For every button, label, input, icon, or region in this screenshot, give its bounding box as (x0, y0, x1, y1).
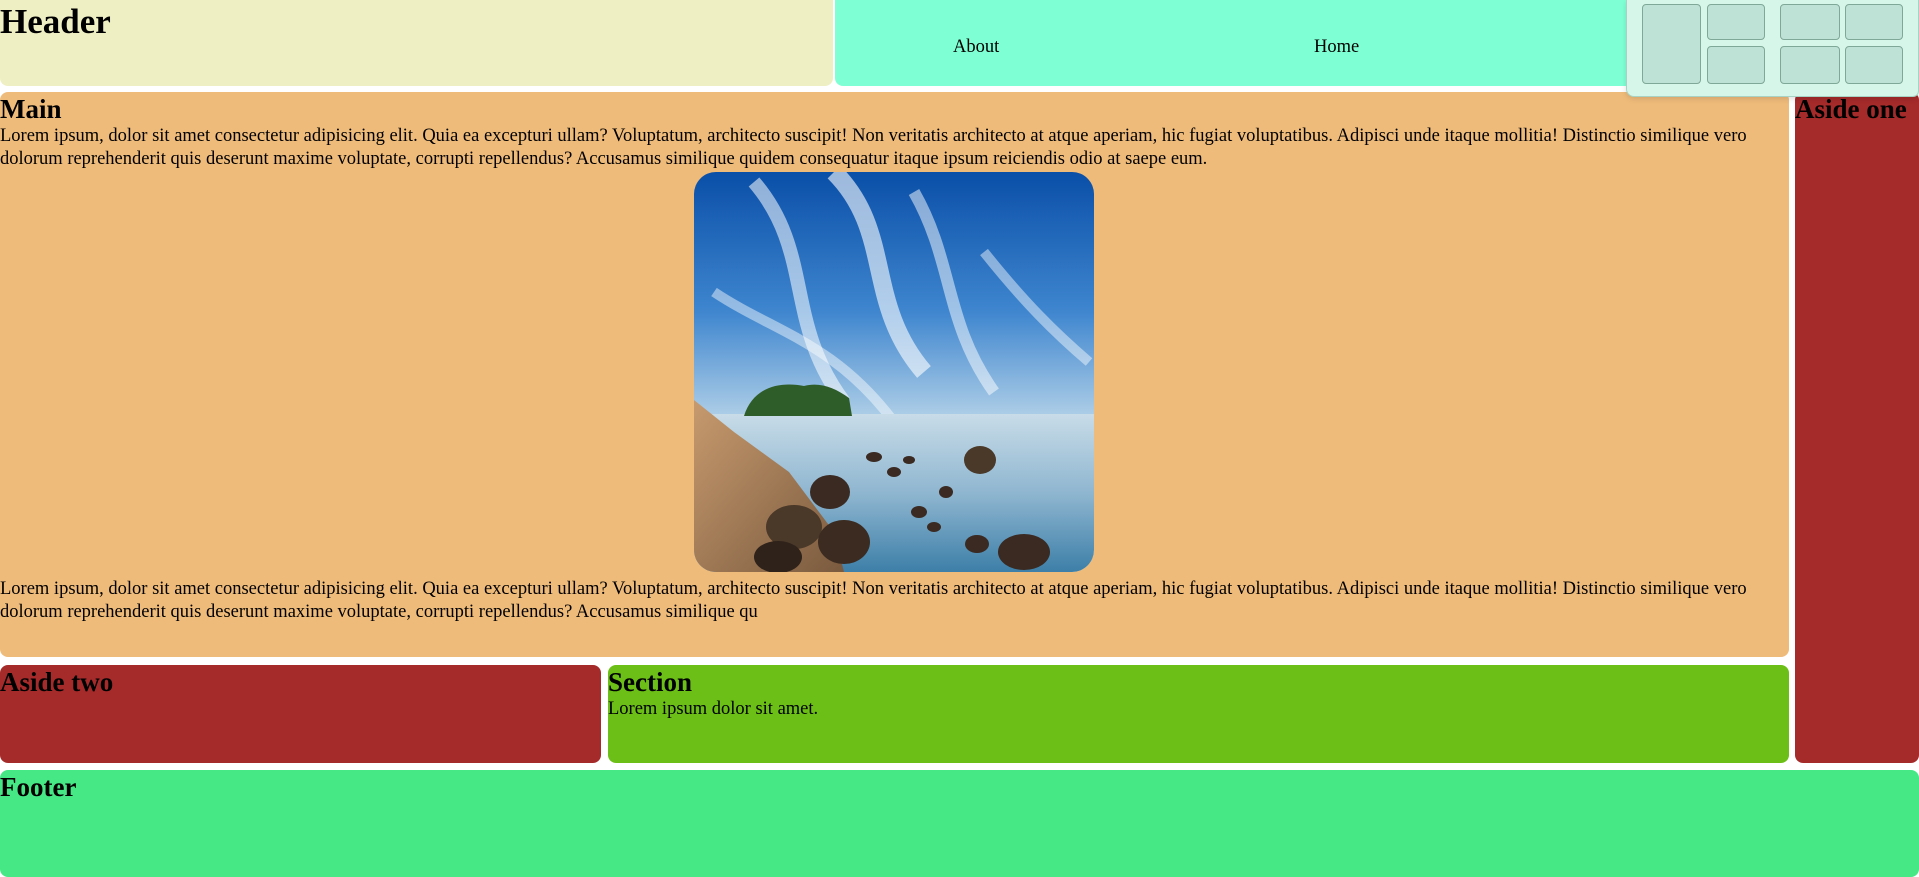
main-title: Main (0, 94, 62, 124)
header-title: Header (0, 2, 111, 41)
footer-title: Footer (0, 772, 77, 802)
aside-two: Aside two (0, 665, 601, 763)
snap-layout-bottom-cell[interactable] (1707, 46, 1765, 84)
nav-link-about[interactable]: About (953, 36, 999, 59)
snap-layout-grid-cell-4[interactable] (1845, 46, 1903, 84)
snap-layout-left-cell[interactable] (1642, 4, 1701, 84)
snap-layout-grid-cell-2[interactable] (1845, 4, 1903, 40)
main-content: Main Lorem ipsum, dolor sit amet consect… (0, 92, 1789, 657)
nav-link-home[interactable]: Home (1314, 36, 1359, 59)
footer: Footer (0, 770, 1919, 877)
section-text: Lorem ipsum dolor sit amet. (608, 699, 819, 720)
main-paragraph-1: Lorem ipsum, dolor sit amet consectetur … (0, 126, 1747, 170)
snap-layout-top-cell[interactable] (1707, 4, 1765, 40)
header: Header (0, 0, 833, 86)
section: Section Lorem ipsum dolor sit amet. (608, 665, 1789, 763)
snap-layout-grid-cell-3[interactable] (1780, 46, 1840, 84)
snap-layout-grid-cell-1[interactable] (1780, 4, 1840, 40)
landscape-image (694, 172, 1094, 572)
snap-layouts-overlay (1626, 0, 1919, 97)
aside-two-title: Aside two (0, 667, 114, 697)
main-paragraph-2: Lorem ipsum, dolor sit amet consectetur … (0, 579, 1747, 622)
aside-one: Aside one (1795, 92, 1919, 763)
section-title: Section (608, 667, 692, 697)
